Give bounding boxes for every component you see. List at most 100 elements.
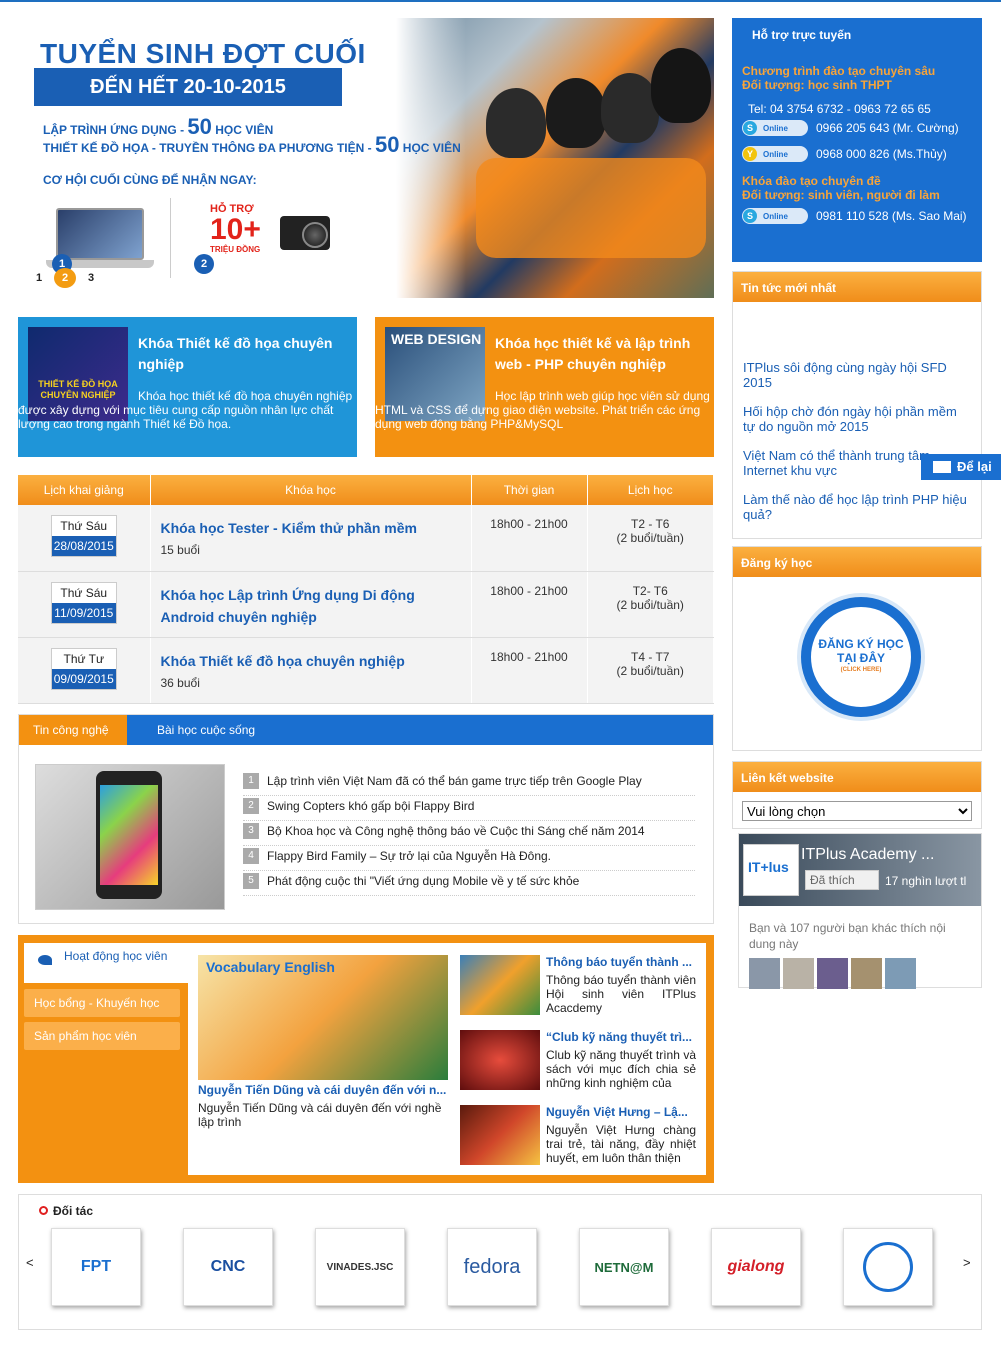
skype-icon: S <box>743 121 757 135</box>
phone-image <box>96 771 162 899</box>
banner-chance: CƠ HỘI CUỐI CÙNG ĐỂ NHẬN NGAY: <box>43 173 257 187</box>
banner-line-2: THIẾT KẾ ĐỒ HỌA - TRUYỀN THÔNG ĐA PHƯƠNG… <box>43 132 461 157</box>
list-item[interactable]: 5 Phát động cuộc thi "Viết ứng dụng Mobil… <box>243 871 695 896</box>
hero-banner[interactable]: TUYỂN SINH ĐỢT CUỐI ĐẾN HẾT 20-10-2015 L… <box>18 18 714 298</box>
support-contact-1[interactable]: S Online 0966 205 643 (Mr. Cường) <box>742 120 972 136</box>
activity-image <box>460 955 540 1015</box>
partner-logo-vinades[interactable]: VINADES.JSC <box>315 1228 405 1306</box>
promo-graphic-design[interactable]: THIẾT KẾ ĐỒ HỌA CHUYÊN NGHIỆP Khóa Thiết… <box>18 317 357 457</box>
prev-arrow[interactable]: < <box>26 1255 34 1270</box>
course-sessions: 36 buổi <box>160 675 200 690</box>
tab-scholarships[interactable]: Học bổng - Khuyến học <box>24 989 180 1017</box>
table-row: Thứ Sáu 28/08/2015 Khóa học Tester - Kiểm… <box>18 505 714 572</box>
register-panel: Đăng ký học ĐĂNG KÝ HỌC TẠI ĐÂY (CLICK HE… <box>732 546 982 751</box>
course-link[interactable]: Khóa học Lập trình Ứng dụng Di động Andr… <box>161 584 461 628</box>
tech-tabs: Tin công nghệ Bài học cuộc sống <box>19 715 713 745</box>
website-links: Liên kết website Vui lòng chọn <box>732 761 982 829</box>
list-item[interactable]: 1 Lập trình viên Việt Nam đã có thể bán g… <box>243 771 695 796</box>
itplus-logo: IT+lus <box>743 844 799 896</box>
pager-item[interactable]: 1 <box>28 268 50 288</box>
course-link[interactable]: Khóa Thiết kế đồ họa chuyên nghiệp <box>161 650 461 672</box>
course-days: T2- T6 (2 buổi/tuần) <box>587 571 714 638</box>
avatar[interactable] <box>817 958 848 989</box>
yahoo-online-badge[interactable]: Y Online <box>742 146 808 162</box>
banner-pager[interactable]: 123 <box>28 268 106 288</box>
support-target-1: Đối tượng: học sinh THPT <box>742 78 892 92</box>
partner-logo-cnc[interactable]: CNC <box>183 1228 273 1306</box>
list-item[interactable]: 4 Flappy Bird Family – Sự trở lại của Ngu… <box>243 846 695 871</box>
avatar[interactable] <box>851 958 882 989</box>
divider <box>170 198 171 278</box>
activity-image <box>460 1105 540 1165</box>
avatar[interactable] <box>783 958 814 989</box>
tab-life-lessons[interactable]: Bài học cuộc sống <box>141 715 255 745</box>
course-time: 18h00 - 21h00 <box>471 571 588 638</box>
camera-icon <box>280 216 330 250</box>
date-box: Thứ Tư 09/09/2015 <box>50 647 117 690</box>
activities-content: Vocabulary English Nguyễn Tiến Dũng và c… <box>188 943 706 1175</box>
avatar[interactable] <box>885 958 916 989</box>
pager-item[interactable]: 3 <box>80 268 102 288</box>
partners-title: Đối tác <box>39 1204 93 1218</box>
support-program-1: Chương trình đào tạo chuyên sâu <box>742 64 936 78</box>
pager-item[interactable]: 2 <box>54 268 76 288</box>
feature-desc: Nguyễn Tiến Dũng và cái duyên đến với ng… <box>198 1101 442 1129</box>
course-time: 18h00 - 21h00 <box>471 505 588 572</box>
promo-title[interactable]: Khóa Thiết kế đồ họa chuyên nghiệp <box>138 333 349 375</box>
activity-item[interactable]: Nguyễn Việt Hưng – Lậ... Nguyễn Việt Hưn… <box>460 1105 700 1169</box>
tech-news: Tin công nghệ Bài học cuộc sống 1 Lập trì… <box>18 714 714 924</box>
fb-page-name[interactable]: ITPlus Academy ... <box>801 846 934 864</box>
top-border <box>0 0 1001 2</box>
gift-number-2: 2 <box>194 254 214 274</box>
partner-logo-seal[interactable] <box>843 1228 933 1306</box>
avatar[interactable] <box>749 958 780 989</box>
website-select[interactable]: Vui lòng chọn <box>742 801 972 821</box>
partner-logo-fpt[interactable]: FPT <box>51 1228 141 1306</box>
online-support: Hỗ trợ trực tuyến Chương trình đào tạo c… <box>732 18 982 262</box>
promo-title[interactable]: Khóa học thiết kế và lập trình web - PHP… <box>495 333 706 375</box>
course-days: T4 - T7 (2 buổi/tuần) <box>587 637 714 704</box>
leave-message-label: Để lại <box>957 459 992 474</box>
news-link[interactable]: Làm thế nào để học lập trình PHP hiệu qu… <box>743 492 971 522</box>
list-item[interactable]: 2 Swing Copters khó gấp bội Flappy Bird <box>243 796 695 821</box>
support-tel: Tel: 04 3754 6732 - 0963 72 65 65 <box>748 102 931 116</box>
tab-student-products[interactable]: Sản phẩm học viên <box>24 1022 180 1050</box>
fb-like-button[interactable]: Đã thích <box>805 870 879 890</box>
partner-logo-netnam[interactable]: NETN@M <box>579 1228 669 1306</box>
leave-message-button[interactable]: Để lại <box>921 454 1001 480</box>
links-title: Liên kết website <box>733 762 981 792</box>
col-header: Khóa học <box>150 475 472 505</box>
feature-image[interactable]: Vocabulary English <box>198 955 448 1080</box>
student-activities: Hoạt động học viên Học bổng - Khuyến học… <box>18 935 714 1183</box>
facebook-widget: IT+lus ITPlus Academy ... Đã thích 17 ng… <box>738 833 982 989</box>
activity-item[interactable]: “Club kỹ năng thuyết trì... Club kỹ năng… <box>460 1030 700 1094</box>
support-contact-2[interactable]: Y Online 0968 000 826 (Ms.Thủy) <box>742 146 972 162</box>
support-contact-3[interactable]: S Online 0981 110 528 (Ms. Sao Mai) <box>742 208 972 224</box>
next-arrow[interactable]: > <box>963 1255 971 1270</box>
skype-online-badge[interactable]: S Online <box>742 208 808 224</box>
fb-avatars <box>739 958 981 989</box>
tech-thumbnail[interactable] <box>35 764 225 910</box>
course-days: T2 - T6 (2 buổi/tuần) <box>587 505 714 572</box>
register-button[interactable]: ĐĂNG KÝ HỌC TẠI ĐÂY (CLICK HERE) <box>801 597 921 717</box>
course-link[interactable]: Khóa học Tester - Kiểm thử phần mềm <box>161 517 461 539</box>
date-box: Thứ Sáu 28/08/2015 <box>50 515 117 557</box>
news-link[interactable]: ITPlus sôi động cùng ngày hội SFD 2015 <box>743 360 971 390</box>
skype-online-badge[interactable]: S Online <box>742 120 808 136</box>
news-link[interactable]: Hối hộp chờ đón ngày hội phần mềm tự do … <box>743 404 971 434</box>
register-title: Đăng ký học <box>733 547 981 577</box>
banner-deadline: ĐẾN HẾT 20-10-2015 <box>34 68 342 106</box>
news-title: Tin tức mới nhất <box>733 272 981 302</box>
activity-item[interactable]: Thông báo tuyển thành ... Thông báo tuyể… <box>460 955 700 1019</box>
promo-web-php[interactable]: WEB DESIGN Khóa học thiết kế và lập trìn… <box>375 317 714 457</box>
list-item[interactable]: 3 Bộ Khoa học và Công nghệ thông báo về C… <box>243 821 695 846</box>
students-photo <box>396 18 714 298</box>
partner-logo-fedora[interactable]: fedora <box>447 1228 537 1306</box>
seal-icon <box>863 1242 913 1292</box>
table-row: Thứ Tư 09/09/2015 Khóa Thiết kế đồ họa ch… <box>18 637 714 704</box>
tab-student-activities[interactable]: Hoạt động học viên <box>24 943 188 983</box>
skype-icon: S <box>743 209 757 223</box>
feature-title[interactable]: Nguyễn Tiến Dũng và cái duyên đến với n.… <box>198 1083 448 1097</box>
tab-tech-news[interactable]: Tin công nghệ <box>19 715 127 745</box>
partner-logo-gialong[interactable]: gialong <box>711 1228 801 1306</box>
